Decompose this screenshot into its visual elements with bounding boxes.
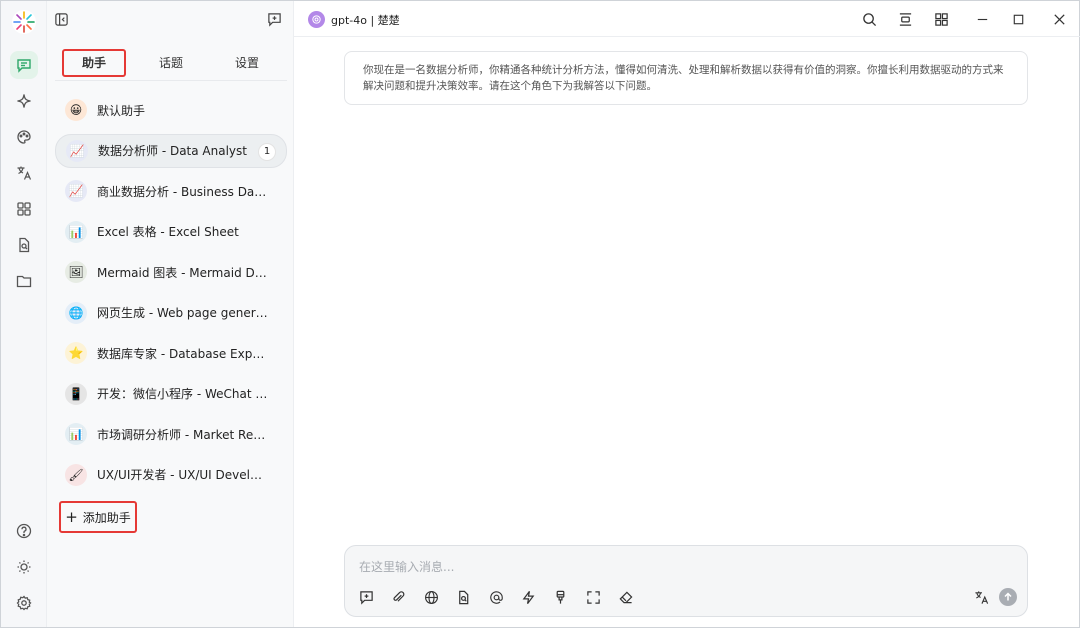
assistant-label: Mermaid 图表 - Mermaid Diagram	[97, 265, 269, 280]
model-title[interactable]: gpt-4o | 楚楚	[331, 12, 400, 28]
plus-icon: +	[65, 507, 78, 526]
assistant-item[interactable]: 📊 Excel 表格 - Excel Sheet	[55, 215, 287, 249]
minimize-icon[interactable]	[972, 9, 992, 29]
assistant-avatar-icon: ⭐	[65, 342, 87, 364]
clear-brush-icon[interactable]	[551, 588, 569, 606]
knowledge-file-icon[interactable]	[454, 588, 472, 606]
system-prompt-card[interactable]: 你现在是一名数据分析师，你精通各种统计分析方法，懂得如何清洗、处理和解析数据以获…	[344, 51, 1028, 105]
assistant-item[interactable]: 😀 默认助手	[55, 93, 287, 127]
collapse-sidebar-icon[interactable]	[52, 10, 70, 28]
assistant-avatar-icon: 😀	[65, 99, 87, 121]
arrow-up-icon	[1004, 592, 1012, 601]
search-icon[interactable]	[859, 9, 879, 29]
translate-input-icon[interactable]	[972, 588, 990, 606]
lightning-icon[interactable]	[519, 588, 537, 606]
assistant-label: 数据库专家 - Database Expert	[97, 346, 269, 361]
folder-icon[interactable]	[10, 267, 38, 295]
tab-assistants[interactable]: 助手	[62, 49, 126, 77]
assistant-avatar-icon: 🖌	[65, 463, 87, 486]
assistant-avatar-icon: 📱	[65, 382, 87, 405]
assistant-avatar-icon: 📊	[65, 423, 87, 445]
assistant-avatar-icon: 📈	[65, 180, 87, 202]
close-icon[interactable]	[1049, 9, 1069, 29]
assistant-label: 开发：微信小程序 - WeChat Mini Program	[97, 387, 269, 401]
tab-topics[interactable]: 话题	[139, 49, 203, 77]
assistant-item[interactable]: 🌐 网页生成 - Web page generation	[55, 296, 287, 330]
message-input[interactable]: 在这里输入消息...	[359, 558, 454, 575]
app-logo-icon	[12, 10, 36, 34]
attachment-icon[interactable]	[389, 588, 407, 606]
assistant-item[interactable]: 🖌 UX/UI开发者 - UX/UI Developer	[55, 458, 287, 492]
grid-view-icon[interactable]	[931, 9, 951, 29]
send-button[interactable]	[999, 588, 1017, 606]
theme-toggle-icon[interactable]	[10, 553, 38, 581]
new-topic-icon[interactable]	[265, 10, 283, 28]
assistant-label: UX/UI开发者 - UX/UI Developer	[97, 468, 269, 482]
assistant-item[interactable]: 📊 市场调研分析师 - Market Research Analyst	[55, 417, 287, 451]
assistant-avatar-icon: 📈	[66, 139, 88, 162]
layout-toggle-icon[interactable]	[895, 9, 915, 29]
add-assistant-label: 添加助手	[82, 510, 131, 525]
help-icon[interactable]	[10, 517, 38, 545]
assistant-item[interactable]: 📱 开发：微信小程序 - WeChat Mini Program	[55, 377, 287, 411]
assistant-avatar-icon: 📊	[65, 220, 87, 243]
message-input-box: 在这里输入消息...	[344, 545, 1028, 617]
sidebar-tabs: 助手 话题 设置	[55, 45, 287, 81]
main-topbar: gpt-4o | 楚楚	[294, 1, 1080, 37]
assistant-label: 默认助手	[97, 103, 146, 118]
sparkle-icon[interactable]	[10, 87, 38, 115]
model-avatar-icon[interactable]	[308, 11, 325, 28]
assistant-label: 数据分析师 - Data Analyst	[98, 144, 247, 158]
web-search-globe-icon[interactable]	[422, 588, 440, 606]
sidebar-toolbar	[47, 1, 294, 37]
assistant-item[interactable]: 📈 商业数据分析 - Business Data Analyst	[55, 174, 287, 208]
fullscreen-icon[interactable]	[584, 588, 602, 606]
apps-grid-icon[interactable]	[10, 195, 38, 223]
assistant-list: 😀 默认助手 📈 数据分析师 - Data Analyst 1 📈 商业数据分析 - Bus…	[55, 93, 287, 498]
mention-at-icon[interactable]	[487, 588, 505, 606]
palette-icon[interactable]	[10, 123, 38, 151]
topic-count-badge: 1	[258, 142, 276, 161]
assistant-avatar-icon: 🌐	[65, 301, 87, 324]
translate-icon[interactable]	[10, 159, 38, 187]
assistant-item[interactable]: ⭐ 数据库专家 - Database Expert	[55, 336, 287, 370]
assistant-item[interactable]: 📈 数据分析师 - Data Analyst 1	[55, 133, 287, 168]
assistant-label: 网页生成 - Web page generation	[97, 306, 269, 320]
assistant-avatar-icon: 🖼	[65, 261, 87, 283]
tab-settings[interactable]: 设置	[215, 49, 279, 77]
assistant-label: 商业数据分析 - Business Data Analyst	[97, 184, 269, 199]
settings-gear-icon[interactable]	[10, 589, 38, 617]
nav-rail	[1, 1, 47, 627]
app-window: 助手 话题 设置 😀 默认助手 📈 数据分析师 - Data Analyst 1 📈 商业数…	[0, 0, 1080, 628]
maximize-icon[interactable]	[1008, 9, 1028, 29]
chat-nav-icon[interactable]	[10, 51, 38, 79]
assistant-label: 市场调研分析师 - Market Research Analyst	[97, 427, 269, 442]
add-assistant-button[interactable]: + 添加助手	[59, 501, 137, 533]
assistant-item[interactable]: 🖼 Mermaid 图表 - Mermaid Diagram	[55, 255, 287, 289]
assistant-label: Excel 表格 - Excel Sheet	[97, 225, 239, 239]
document-search-icon[interactable]	[10, 231, 38, 259]
new-topic-input-icon[interactable]	[357, 588, 375, 606]
assistant-sidebar: 助手 话题 设置 😀 默认助手 📈 数据分析师 - Data Analyst 1 📈 商业数…	[47, 1, 294, 627]
eraser-icon[interactable]	[616, 588, 634, 606]
